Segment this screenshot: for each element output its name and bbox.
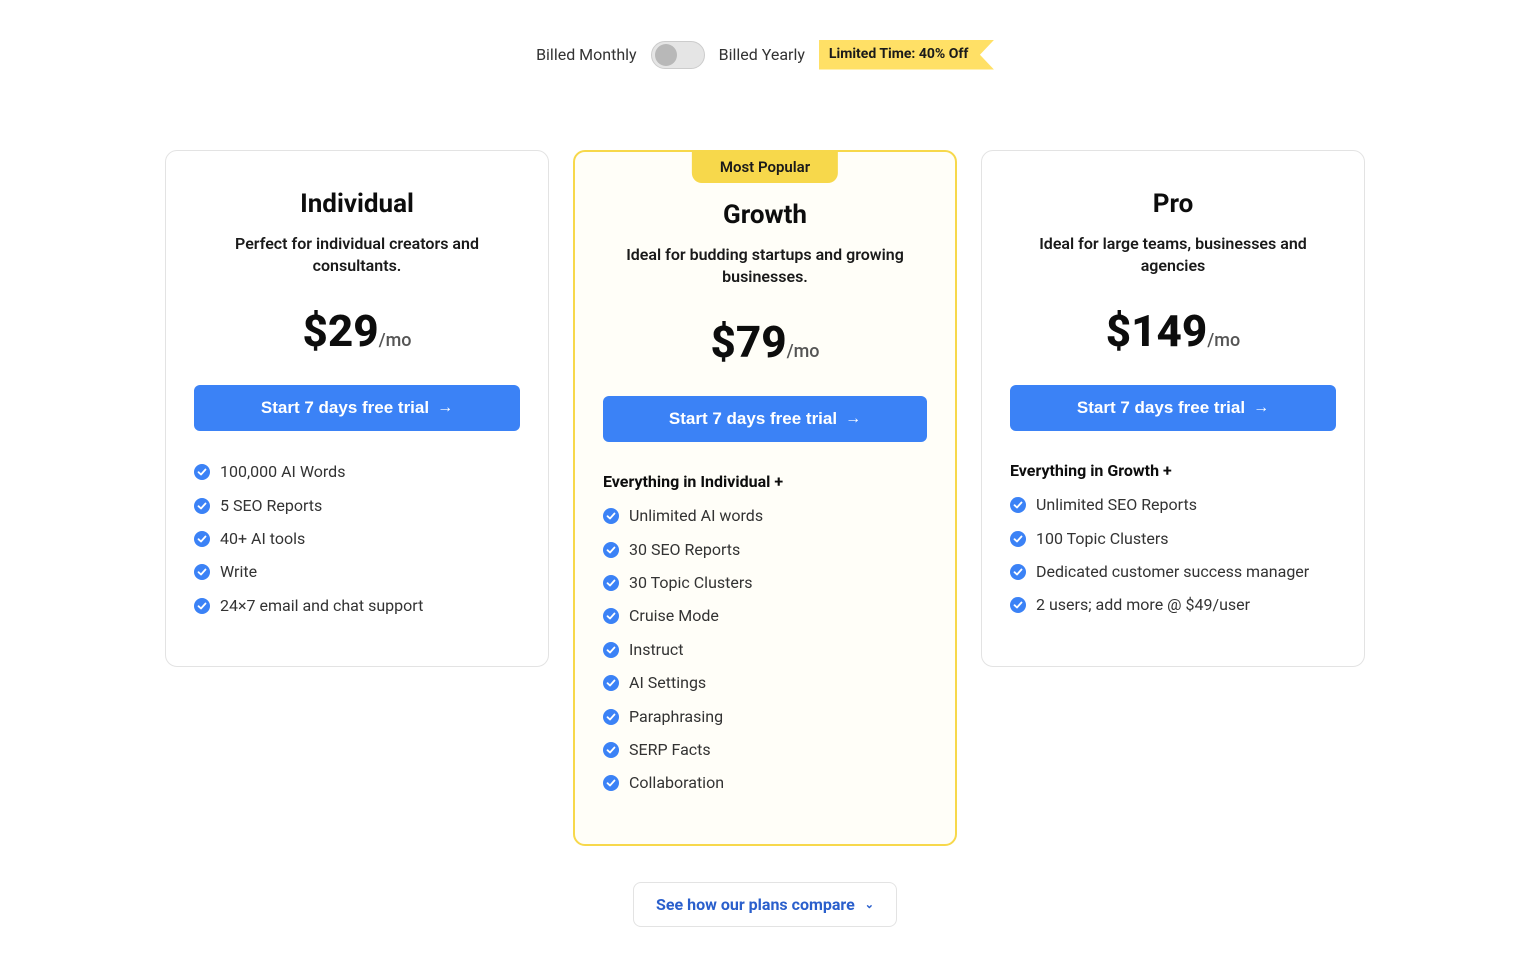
feature-text: Cruise Mode [629, 605, 719, 627]
pricing-grid: Individual Perfect for individual creato… [165, 150, 1365, 846]
feature-list: Unlimited SEO Reports 100 Topic Clusters… [1010, 494, 1336, 617]
feature-item: Unlimited SEO Reports [1010, 494, 1336, 516]
feature-item: Instruct [603, 639, 927, 661]
feature-item: 5 SEO Reports [194, 495, 520, 517]
billed-monthly-label: Billed Monthly [536, 45, 637, 64]
feature-list: Unlimited AI words 30 SEO Reports 30 Top… [603, 505, 927, 795]
billing-toggle: Billed Monthly Billed Yearly Limited Tim… [165, 40, 1365, 70]
feature-text: Write [220, 561, 257, 583]
plan-card-growth: Most Popular Growth Ideal for budding st… [573, 150, 957, 846]
plan-desc: Ideal for large teams, businesses and ag… [1010, 233, 1336, 278]
feature-text: 40+ AI tools [220, 528, 305, 550]
check-circle-icon [194, 531, 210, 547]
check-circle-icon [1010, 497, 1026, 513]
feature-item: Paraphrasing [603, 706, 927, 728]
feature-text: 100 Topic Clusters [1036, 528, 1169, 550]
plan-card-pro: Pro Ideal for large teams, businesses an… [981, 150, 1365, 667]
plan-price: $79 [710, 316, 786, 368]
check-circle-icon [603, 742, 619, 758]
feature-text: SERP Facts [629, 739, 711, 761]
feature-list: 100,000 AI Words 5 SEO Reports 40+ AI to… [194, 461, 520, 617]
feature-item: 40+ AI tools [194, 528, 520, 550]
check-circle-icon [194, 598, 210, 614]
compare-plans-link[interactable]: See how our plans compare ⌄ [633, 882, 897, 927]
feature-item: 30 SEO Reports [603, 539, 927, 561]
start-trial-button-individual[interactable]: Start 7 days free trial → [194, 385, 520, 431]
check-circle-icon [603, 675, 619, 691]
feature-item: Write [194, 561, 520, 583]
start-trial-button-growth[interactable]: Start 7 days free trial → [603, 396, 927, 442]
price-suffix: /mo [1207, 330, 1240, 351]
price-row: $29/mo [194, 305, 520, 357]
check-circle-icon [603, 608, 619, 624]
compare-link-text: See how our plans compare [656, 895, 855, 914]
feature-text: 100,000 AI Words [220, 461, 345, 483]
arrow-right-icon: → [437, 399, 453, 417]
toggle-knob [655, 44, 677, 66]
check-circle-icon [1010, 531, 1026, 547]
check-circle-icon [603, 575, 619, 591]
check-circle-icon [194, 464, 210, 480]
price-row: $149/mo [1010, 305, 1336, 357]
plan-price: $149 [1106, 305, 1208, 357]
feature-item: 2 users; add more @ $49/user [1010, 594, 1336, 616]
feature-text: Collaboration [629, 772, 724, 794]
feature-item: 30 Topic Clusters [603, 572, 927, 594]
feature-header: Everything in Individual + [603, 472, 927, 491]
most-popular-badge: Most Popular [692, 151, 838, 183]
check-circle-icon [1010, 597, 1026, 613]
feature-text: Dedicated customer success manager [1036, 561, 1309, 583]
feature-text: AI Settings [629, 672, 706, 694]
feature-text: Paraphrasing [629, 706, 723, 728]
plan-name: Pro [1010, 189, 1336, 219]
cta-label: Start 7 days free trial [261, 398, 429, 418]
feature-text: 5 SEO Reports [220, 495, 322, 517]
feature-item: 100 Topic Clusters [1010, 528, 1336, 550]
feature-text: 30 SEO Reports [629, 539, 740, 561]
feature-text: Unlimited SEO Reports [1036, 494, 1197, 516]
feature-header: Everything in Growth + [1010, 461, 1336, 480]
feature-text: 30 Topic Clusters [629, 572, 753, 594]
check-circle-icon [194, 564, 210, 580]
check-circle-icon [1010, 564, 1026, 580]
feature-item: 24×7 email and chat support [194, 595, 520, 617]
cta-label: Start 7 days free trial [1077, 398, 1245, 418]
feature-item: AI Settings [603, 672, 927, 694]
feature-item: Dedicated customer success manager [1010, 561, 1336, 583]
promo-badge: Limited Time: 40% Off [819, 40, 994, 70]
feature-item: Collaboration [603, 772, 927, 794]
plan-name: Individual [194, 189, 520, 219]
cta-label: Start 7 days free trial [669, 409, 837, 429]
plan-price: $29 [302, 305, 378, 357]
arrow-right-icon: → [1253, 399, 1269, 417]
feature-text: 2 users; add more @ $49/user [1036, 594, 1250, 616]
plan-desc: Perfect for individual creators and cons… [194, 233, 520, 278]
feature-text: Instruct [629, 639, 684, 661]
plan-card-individual: Individual Perfect for individual creato… [165, 150, 549, 668]
compare-link-wrap: See how our plans compare ⌄ [165, 882, 1365, 927]
feature-item: Unlimited AI words [603, 505, 927, 527]
chevron-down-icon: ⌄ [865, 898, 874, 911]
feature-item: Cruise Mode [603, 605, 927, 627]
check-circle-icon [603, 709, 619, 725]
check-circle-icon [603, 642, 619, 658]
start-trial-button-pro[interactable]: Start 7 days free trial → [1010, 385, 1336, 431]
check-circle-icon [603, 775, 619, 791]
check-circle-icon [603, 542, 619, 558]
plan-name: Growth [603, 200, 927, 230]
feature-item: 100,000 AI Words [194, 461, 520, 483]
billed-yearly-label: Billed Yearly [719, 45, 805, 64]
price-suffix: /mo [379, 330, 412, 351]
feature-text: Unlimited AI words [629, 505, 763, 527]
price-row: $79/mo [603, 316, 927, 368]
feature-item: SERP Facts [603, 739, 927, 761]
feature-text: 24×7 email and chat support [220, 595, 423, 617]
plan-desc: Ideal for budding startups and growing b… [603, 244, 927, 289]
check-circle-icon [194, 498, 210, 514]
check-circle-icon [603, 508, 619, 524]
price-suffix: /mo [787, 341, 820, 362]
arrow-right-icon: → [845, 410, 861, 428]
billing-toggle-switch[interactable] [651, 41, 705, 69]
